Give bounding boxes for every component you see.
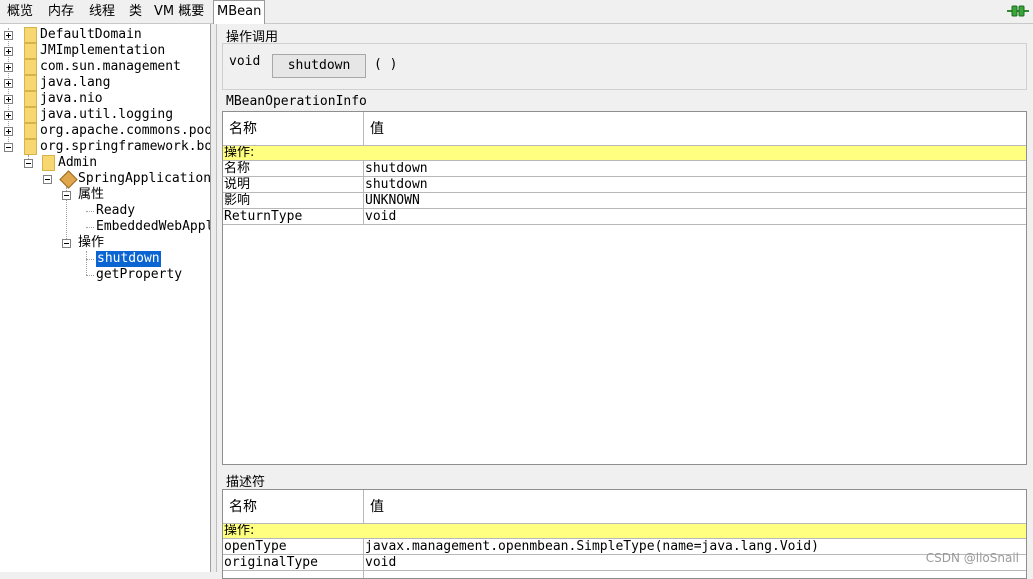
tree-node-label: DefaultDomain (40, 27, 142, 42)
operation-info-table: 名称 值 操作: 名称 shutdown 说明 shutdown 影响 UNKN… (222, 111, 1027, 465)
tab-bar: 概览 内存 线程 类 VM 概要 MBean (0, 0, 1033, 24)
tree-node-label: java.nio (40, 91, 103, 106)
expand-icon[interactable] (4, 79, 13, 88)
folder-icon (24, 75, 37, 91)
collapse-icon[interactable] (24, 159, 33, 168)
column-header-value[interactable]: 值 (364, 490, 1026, 525)
collapse-icon[interactable] (62, 239, 71, 248)
table-cell-value[interactable]: shutdown (365, 161, 428, 176)
tree-node-label: org.apache.commons.pool2 (40, 123, 211, 138)
expand-icon[interactable] (4, 31, 13, 40)
tab-memory[interactable]: 内存 (45, 2, 77, 22)
collapse-icon[interactable] (43, 175, 52, 184)
descriptor-title: 描述符 (226, 475, 266, 490)
group-label: 操作: (223, 146, 364, 160)
tab-mbean[interactable]: MBean (213, 0, 266, 24)
tree-node-label: Admin (58, 155, 98, 170)
expand-icon[interactable] (4, 127, 13, 136)
folder-icon (24, 59, 37, 75)
tree-node-label: 属性 (78, 187, 105, 202)
table-cell-name: ReturnType (224, 209, 303, 224)
collapse-icon[interactable] (62, 191, 71, 200)
tree-node-label: getProperty (96, 267, 183, 282)
expand-icon[interactable] (4, 47, 13, 56)
descriptor-table: 名称 值 操作: openType javax.management.openm… (222, 489, 1027, 579)
table-cell-name: openType (224, 539, 287, 554)
return-type: void (229, 54, 261, 69)
folder-icon (24, 27, 37, 43)
group-label: 操作: (223, 524, 364, 538)
column-header-name[interactable]: 名称 (223, 490, 363, 525)
folder-icon (24, 91, 37, 107)
tree-node-label: org.springframework.boot (40, 139, 211, 154)
folder-icon (42, 155, 55, 171)
tree-node-label: java.lang (40, 75, 111, 90)
table-cell-name: 影响 (224, 193, 251, 208)
operation-info-title: MBeanOperationInfo (226, 94, 367, 109)
tab-vm-summary[interactable]: VM 概要 (151, 2, 207, 22)
splitter-handle[interactable] (211, 24, 217, 572)
expand-icon[interactable] (4, 111, 13, 120)
params-label: ( ) (374, 57, 398, 72)
table-cell-value[interactable]: UNKNOWN (365, 193, 420, 208)
folder-icon (24, 107, 37, 123)
table-cell-value[interactable]: void (365, 209, 396, 224)
folder-icon (24, 123, 37, 139)
mbean-icon (59, 170, 78, 189)
column-header-value[interactable]: 值 (364, 112, 1026, 147)
column-header-name[interactable]: 名称 (223, 112, 363, 147)
invoke-panel: void shutdown ( ) (222, 43, 1027, 90)
table-cell-name: 说明 (224, 177, 251, 192)
expand-icon[interactable] (4, 95, 13, 104)
tree-node-label: shutdown (97, 251, 160, 266)
connection-icon (1007, 5, 1029, 17)
mbean-tree[interactable]: DefaultDomain JMImplementation com.sun.m… (0, 24, 211, 572)
tree-node-label: JMImplementation (40, 43, 166, 58)
tree-leaf-operation-selected[interactable]: shutdown (96, 251, 161, 267)
table-cell-value[interactable]: shutdown (365, 177, 428, 192)
folder-icon (24, 139, 37, 155)
watermark: CSDN @lloSnail (925, 551, 1019, 565)
group-label-fill (364, 524, 1026, 538)
group-label-fill (364, 146, 1026, 160)
table-cell-value[interactable]: javax.management.openmbean.SimpleType(na… (365, 539, 819, 554)
tree-node-label: com.sun.management (40, 59, 181, 74)
tree-node-label: Ready (96, 203, 136, 218)
expand-icon[interactable] (4, 63, 13, 72)
tab-classes[interactable]: 类 (126, 2, 145, 22)
table-cell-name: 名称 (224, 161, 251, 176)
table-cell-value[interactable]: void (365, 555, 396, 570)
tree-node-label: 操作 (78, 235, 105, 250)
table-cell-name: originalType (224, 555, 318, 570)
tree-node-label: EmbeddedWebApplication (96, 219, 210, 234)
folder-icon (24, 43, 37, 59)
tree-node-label: SpringApplication (78, 171, 211, 186)
tab-threads[interactable]: 线程 (86, 2, 118, 22)
tree-node-label: java.util.logging (40, 107, 174, 122)
collapse-icon[interactable] (4, 143, 13, 152)
tab-overview[interactable]: 概览 (4, 2, 36, 22)
invoke-shutdown-button[interactable]: shutdown (272, 54, 366, 78)
